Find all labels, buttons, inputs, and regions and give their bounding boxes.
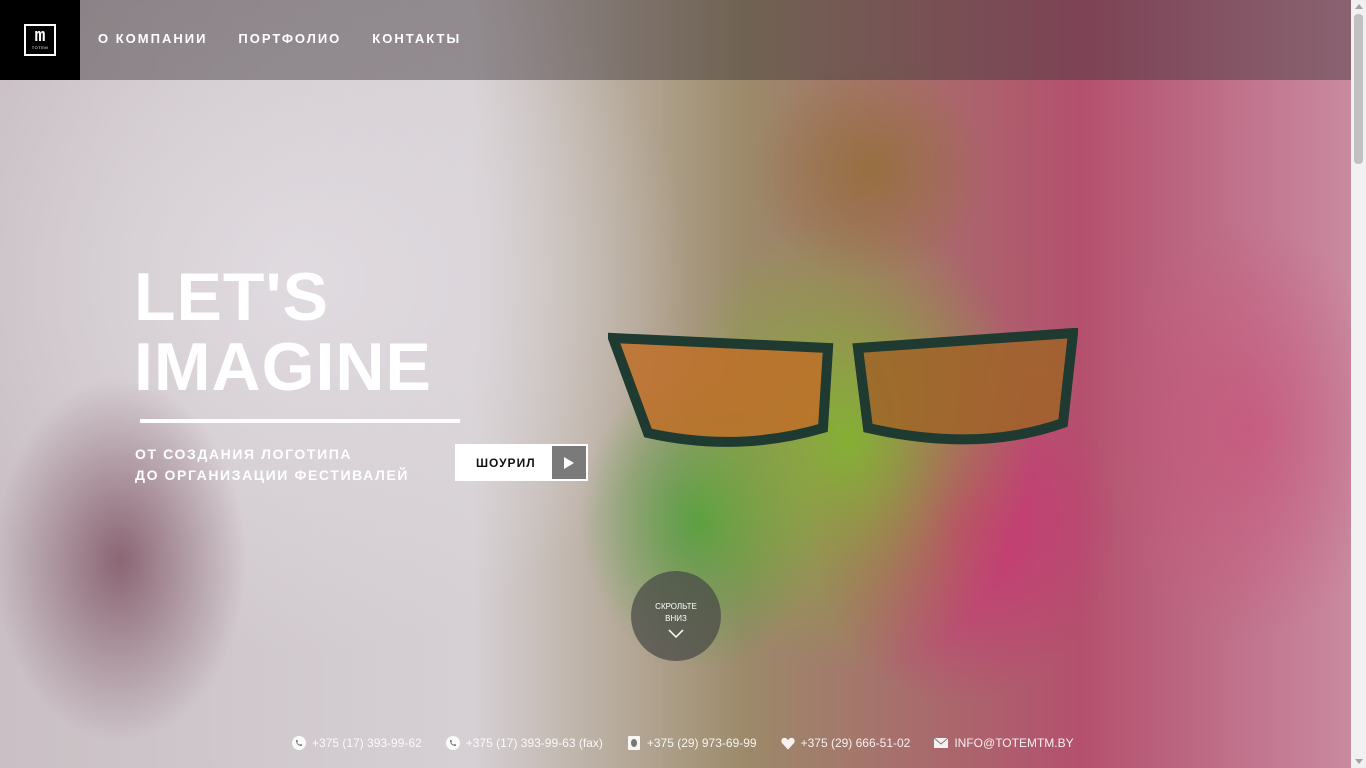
phone-icon bbox=[292, 736, 306, 750]
subtitle-line-1: ОТ СОЗДАНИЯ ЛОГОТИПА bbox=[135, 446, 353, 462]
hero-headline: LET'S IMAGINE bbox=[134, 262, 432, 402]
contact-mobile-1[interactable]: +375 (29) 973-69-99 bbox=[627, 736, 757, 750]
showreel-button[interactable]: ШОУРИЛ bbox=[455, 444, 588, 481]
scroll-down-arrow-icon[interactable] bbox=[1355, 759, 1363, 764]
scroll-label-line-2: ВНИЗ bbox=[665, 614, 687, 623]
nav-item-about[interactable]: О КОМПАНИИ bbox=[98, 31, 207, 46]
logo-mark: m TOTEM bbox=[24, 24, 56, 56]
logo-text: TOTEM bbox=[31, 45, 49, 50]
contact-text: INFO@TOTEMTM.BY bbox=[954, 736, 1074, 750]
sunglasses-shape bbox=[608, 328, 1078, 447]
play-icon bbox=[552, 446, 586, 479]
contact-phone-1[interactable]: +375 (17) 393-99-62 bbox=[292, 736, 422, 750]
hero-subtitle: ОТ СОЗДАНИЯ ЛОГОТИПА ДО ОРГАНИЗАЦИИ ФЕСТ… bbox=[135, 444, 409, 486]
heart-icon bbox=[780, 736, 795, 750]
page-scrollbar[interactable] bbox=[1351, 0, 1366, 768]
showreel-label: ШОУРИЛ bbox=[476, 455, 536, 470]
logo[interactable]: m TOTEM bbox=[0, 0, 80, 80]
phone-icon bbox=[445, 736, 460, 750]
contact-text: +375 (17) 393-99-63 (fax) bbox=[465, 736, 603, 750]
nav-item-contacts[interactable]: КОНТАКТЫ bbox=[372, 31, 461, 46]
headline-line-1: LET'S bbox=[134, 259, 329, 335]
contact-mobile-2[interactable]: +375 (29) 666-51-02 bbox=[780, 736, 911, 750]
subtitle-line-2: ДО ОРГАНИЗАЦИИ ФЕСТИВАЛЕЙ bbox=[135, 467, 410, 483]
headline-line-2: IMAGINE bbox=[134, 329, 432, 405]
contact-text: +375 (17) 393-99-62 bbox=[312, 736, 422, 750]
nav-item-portfolio[interactable]: ПОРТФОЛИО bbox=[238, 31, 341, 46]
scroll-down-button[interactable]: СКРОЛЬТЕ ВНИЗ bbox=[631, 571, 721, 661]
contact-email[interactable]: INFO@TOTEMTM.BY bbox=[934, 736, 1074, 750]
scroll-label-line-1: СКРОЛЬТЕ bbox=[655, 602, 697, 611]
mail-icon bbox=[934, 736, 949, 750]
mobile-icon bbox=[627, 736, 641, 750]
contacts-bar: +375 (17) 393-99-62 +375 (17) 393-99-63 … bbox=[292, 736, 1074, 750]
contact-text: +375 (29) 666-51-02 bbox=[800, 736, 911, 750]
contact-text: +375 (29) 973-69-99 bbox=[646, 736, 757, 750]
contact-phone-fax[interactable]: +375 (17) 393-99-63 (fax) bbox=[445, 736, 603, 750]
main-nav: О КОМПАНИИ ПОРТФОЛИО КОНТАКТЫ bbox=[98, 31, 461, 46]
scrollbar-thumb[interactable] bbox=[1354, 14, 1363, 164]
headline-divider bbox=[140, 419, 460, 423]
scroll-up-arrow-icon[interactable] bbox=[1355, 4, 1363, 9]
logo-letter: m bbox=[34, 27, 46, 47]
chevron-down-icon bbox=[668, 629, 684, 639]
